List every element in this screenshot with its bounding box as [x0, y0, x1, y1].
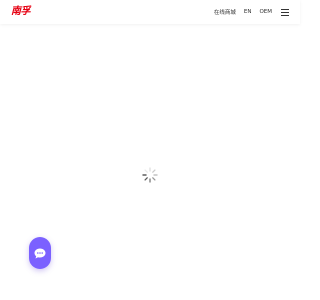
brand-logo[interactable]: 南孚 [11, 6, 31, 18]
site-header: 南孚 在线商城 EN OEM [0, 0, 300, 24]
top-nav: 在线商城 EN OEM [214, 6, 289, 18]
chat-bubble-icon [34, 248, 46, 259]
chat-button[interactable] [29, 237, 51, 269]
language-switch-link[interactable]: EN [244, 9, 252, 15]
page: 南孚 在线商城 EN OEM [0, 0, 300, 300]
online-store-link[interactable]: 在线商城 [214, 8, 236, 16]
hamburger-menu-icon[interactable] [281, 8, 289, 16]
oem-link[interactable]: OEM [259, 9, 272, 15]
loading-spinner-icon [141, 166, 159, 184]
